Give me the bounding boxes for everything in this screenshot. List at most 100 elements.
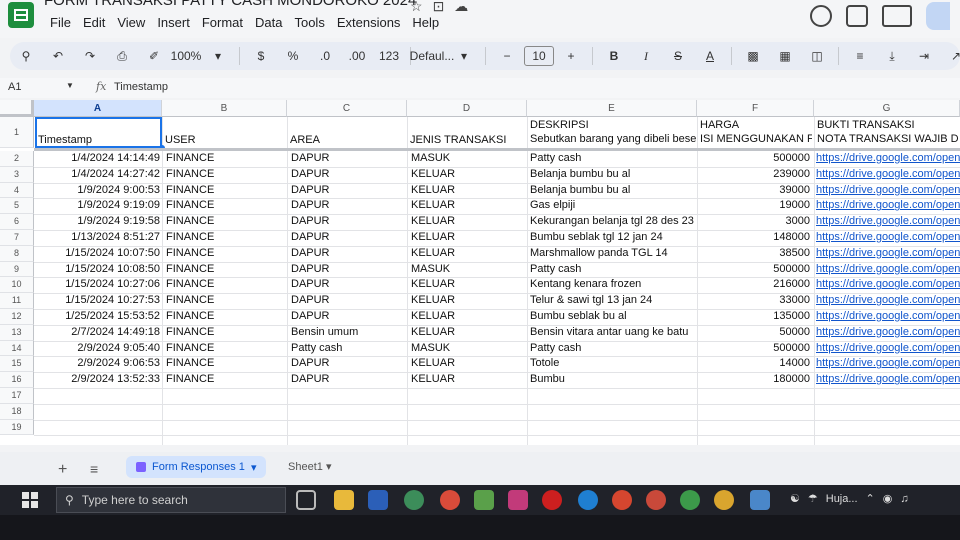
chevron-down-icon[interactable]: ▼ [66,81,74,90]
cell-deskripsi[interactable]: Kentang kenara frozen [530,278,696,290]
cell-deskripsi[interactable]: Bumbu seblak bu al [530,310,696,322]
cell-area[interactable]: Patty cash [291,342,405,354]
cell-user[interactable]: FINANCE [166,184,285,196]
row-header[interactable]: 10 [0,277,34,294]
app-icon[interactable] [474,490,494,510]
cell-user[interactable]: FINANCE [166,199,285,211]
cell-user[interactable]: FINANCE [166,278,285,290]
currency-format-button[interactable]: $ [246,45,276,67]
file-explorer-icon[interactable] [334,490,354,510]
font-chevron-icon[interactable]: ▾ [449,45,479,67]
chrome-icon[interactable] [404,490,424,510]
cell-bukti-link[interactable]: https://drive.google.com/open?id [816,168,960,180]
cell-user[interactable]: FINANCE [166,373,285,385]
row-header[interactable]: 15 [0,356,34,373]
opera-icon[interactable] [542,490,562,510]
cell-timestamp[interactable]: 1/15/2024 10:07:50 [36,247,160,259]
cell-bukti-link[interactable]: https://drive.google.com/open?id [816,342,960,354]
meet-icon[interactable] [882,5,912,27]
row-header[interactable]: 11 [0,293,34,309]
cell-timestamp[interactable]: 2/9/2024 9:06:53 [36,357,160,369]
column-header-a[interactable]: A [34,100,162,117]
cell-deskripsi[interactable]: Kekurangan belanja tgl 28 des 23 [530,215,696,227]
italic-button[interactable]: I [631,45,661,67]
cell-deskripsi[interactable]: Belanja bumbu bu al [530,184,696,196]
row-header[interactable]: 18 [0,403,34,420]
row-header[interactable]: 1 [0,117,34,148]
cell-deskripsi[interactable]: Patty cash [530,342,696,354]
cell-bukti-link[interactable]: https://drive.google.com/open?id [816,278,960,290]
cell-deskripsi[interactable]: Belanja bumbu bu al [530,168,696,180]
cell-deskripsi[interactable]: Bensin vitara antar uang ke batu [530,326,696,338]
text-color-icon[interactable]: A [695,45,725,67]
history-icon[interactable] [810,5,832,27]
cell-jenis-transaksi[interactable]: KELUAR [411,373,525,385]
cell-deskripsi[interactable]: Telur & sawi tgl 13 jan 24 [530,294,696,306]
row-header[interactable]: 13 [0,324,34,341]
cell-timestamp[interactable]: 2/9/2024 13:52:33 [36,373,160,385]
redo-icon[interactable]: ↷ [75,45,105,67]
cell-area[interactable]: DAPUR [291,199,405,211]
row-header[interactable]: 8 [0,245,34,262]
menu-view[interactable]: View [111,15,151,30]
cell-user[interactable]: FINANCE [166,310,285,322]
cell-area[interactable]: DAPUR [291,278,405,290]
increase-decimal-button[interactable]: .00 [342,45,372,67]
menu-insert[interactable]: Insert [151,15,196,30]
cell-timestamp[interactable]: 1/4/2024 14:14:49 [36,152,160,164]
chrome-icon[interactable] [680,490,700,510]
cell-user[interactable]: FINANCE [166,215,285,227]
number-format-button[interactable]: 123 [374,45,404,67]
cell-jenis-transaksi[interactable]: KELUAR [411,184,525,196]
row-header[interactable]: 4 [0,182,34,199]
row-header[interactable]: 12 [0,309,34,325]
search-icon[interactable]: ⚲ [11,45,41,67]
align-left-icon[interactable]: ≡ [845,45,875,67]
font-size-decrease-button[interactable]: − [492,45,522,67]
menu-edit[interactable]: Edit [77,15,111,30]
row-header[interactable]: 16 [0,372,34,388]
cell-harga[interactable]: 135000 [700,310,810,322]
cell-area[interactable]: DAPUR [291,310,405,322]
text-rotation-icon[interactable]: ↗ [941,45,960,67]
windows-start-icon[interactable] [22,492,38,508]
share-button[interactable] [926,2,950,30]
row-header[interactable]: 17 [0,388,34,404]
chevron-up-icon[interactable]: ⌃ [866,492,875,505]
cell-bukti-link[interactable]: https://drive.google.com/open?id [816,357,960,369]
cell-jenis-transaksi[interactable]: KELUAR [411,310,525,322]
word-icon[interactable] [368,490,388,510]
cell-user[interactable]: FINANCE [166,294,285,306]
chrome-icon[interactable] [440,490,460,510]
cell-bukti-link[interactable]: https://drive.google.com/open?id [816,373,960,385]
weather-label[interactable]: Huja... [826,493,858,505]
cell-timestamp[interactable]: 1/15/2024 10:08:50 [36,263,160,275]
app-icon[interactable] [508,490,528,510]
cell-harga[interactable]: 50000 [700,326,810,338]
cell-jenis-transaksi[interactable]: KELUAR [411,247,525,259]
cell-timestamp[interactable]: 2/9/2024 9:05:40 [36,342,160,354]
comments-icon[interactable] [846,5,868,27]
row-header[interactable]: 2 [0,151,34,167]
cell-e1-title[interactable]: DESKRIPSI [530,119,696,131]
edge-icon[interactable] [578,490,598,510]
undo-icon[interactable]: ↶ [43,45,73,67]
cell-user[interactable]: FINANCE [166,357,285,369]
cell-jenis-transaksi[interactable]: KELUAR [411,199,525,211]
chrome-icon[interactable] [612,490,632,510]
sheet-tab-sheet1[interactable]: Sheet1 ▾ [288,460,331,473]
row-header[interactable]: 14 [0,340,34,357]
cell-harga[interactable]: 19000 [700,199,810,211]
cell-deskripsi[interactable]: Patty cash [530,263,696,275]
column-header-c[interactable]: C [287,100,407,117]
frozen-row-divider[interactable] [34,148,960,151]
column-header-b[interactable]: B [162,100,287,117]
cell-deskripsi[interactable]: Bumbu [530,373,696,385]
cell-area[interactable]: DAPUR [291,294,405,306]
sheet-tab-form-responses[interactable]: Form Responses 1 ▾ [126,456,267,478]
merge-cells-icon[interactable]: ◫ [802,45,832,67]
column-header-e[interactable]: E [527,100,697,117]
cell-harga[interactable]: 3000 [700,215,810,227]
menu-extensions[interactable]: Extensions [331,15,407,30]
cell-jenis-transaksi[interactable]: KELUAR [411,231,525,243]
